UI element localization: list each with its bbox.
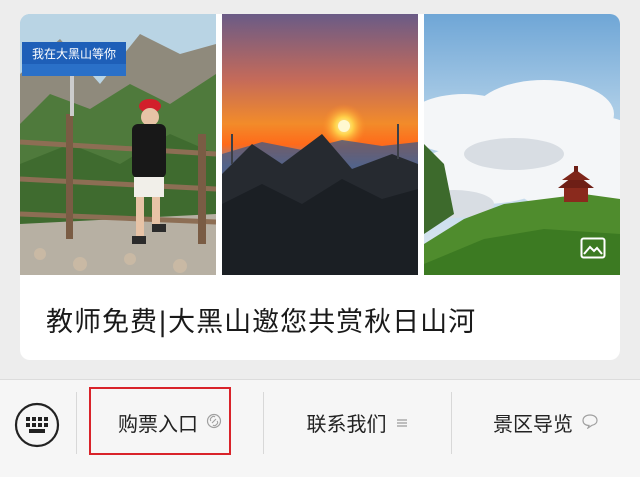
menu-item-label: 联系我们 (306, 411, 387, 436)
image-gallery-icon (580, 237, 606, 259)
photo-grid: 我在大黑山等你 (20, 14, 620, 275)
photo-clouds-pavilion[interactable] (424, 14, 620, 275)
article-card[interactable]: 我在大黑山等你 教师免费|大黑山邀您共赏秋日山河 (20, 14, 620, 360)
menu-item-ticket-entry[interactable]: 购票入口 (77, 380, 263, 464)
keyboard-icon (14, 402, 60, 448)
menu-item-contact-us[interactable]: 联系我们 (264, 380, 451, 464)
menu-item-scenic-guide[interactable]: 景区导览 (452, 380, 640, 464)
sign-text: 我在大黑山等你 (31, 46, 116, 61)
article-title[interactable]: 教师免费|大黑山邀您共赏秋日山河 (46, 300, 476, 339)
keyboard-toggle-button[interactable] (14, 402, 60, 448)
chat-bubble-icon (581, 410, 599, 434)
link-icon (206, 410, 222, 434)
menu-item-label: 景区导览 (493, 411, 573, 436)
account-menu-bar: 购票入口 联系我们 景区导览 (0, 379, 640, 477)
photo-hiker-sign[interactable]: 我在大黑山等你 (20, 14, 216, 275)
menu-lines-icon (395, 410, 409, 434)
menu-item-label: 购票入口 (118, 411, 198, 436)
photo-sunset[interactable] (222, 14, 418, 275)
